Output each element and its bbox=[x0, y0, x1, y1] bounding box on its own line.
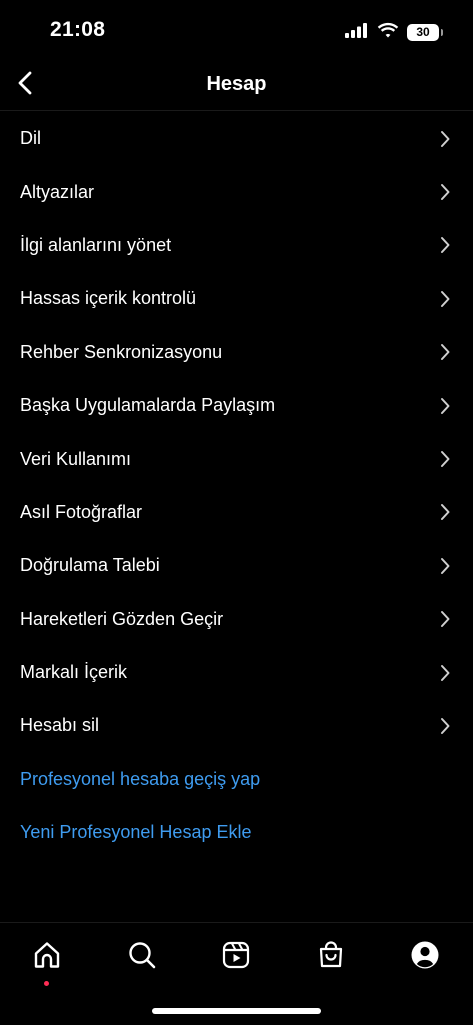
link-label: Yeni Profesyonel Hesap Ekle bbox=[20, 822, 252, 843]
nav-reels[interactable] bbox=[216, 937, 256, 977]
menu-item-label: Dil bbox=[20, 128, 41, 149]
menu-item-verification-request[interactable]: Doğrulama Talebi bbox=[0, 539, 473, 592]
shop-icon bbox=[316, 940, 346, 975]
chevron-right-icon bbox=[439, 557, 451, 575]
menu-item-data-usage[interactable]: Veri Kullanımı bbox=[0, 432, 473, 485]
menu-item-label: Hesabı sil bbox=[20, 715, 100, 736]
header: Hesap bbox=[0, 60, 473, 111]
chevron-right-icon bbox=[439, 503, 451, 521]
battery-level: 30 bbox=[416, 25, 430, 39]
menu-item-label: Rehber Senkronizasyonu bbox=[20, 341, 223, 362]
menu-item-label: Asıl Fotoğraflar bbox=[20, 501, 143, 522]
nav-profile[interactable] bbox=[405, 937, 445, 977]
menu-item-original-photos[interactable]: Asıl Fotoğraflar bbox=[0, 486, 473, 539]
menu-item-manage-interests[interactable]: İlgi alanlarını yönet bbox=[0, 219, 473, 272]
menu-item-sensitive-content[interactable]: Hassas içerik kontrolü bbox=[0, 272, 473, 325]
settings-menu: Dil Altyazılar İlgi alanlarını yönet Has… bbox=[0, 112, 473, 859]
status-bar: 21:08 30 bbox=[0, 0, 473, 60]
menu-item-label: Hareketleri Gözden Geçir bbox=[20, 608, 224, 629]
link-label: Profesyonel hesaba geçiş yap bbox=[20, 768, 261, 789]
menu-item-label: İlgi alanlarını yönet bbox=[20, 234, 172, 255]
chevron-right-icon bbox=[439, 717, 451, 735]
menu-item-sharing-other-apps[interactable]: Başka Uygulamalarda Paylaşım bbox=[0, 379, 473, 432]
chevron-right-icon bbox=[439, 450, 451, 468]
signal-icon bbox=[345, 22, 369, 43]
chevron-right-icon bbox=[439, 397, 451, 415]
chevron-right-icon bbox=[439, 130, 451, 148]
menu-item-label: Doğrulama Talebi bbox=[20, 555, 160, 576]
nav-search[interactable] bbox=[122, 937, 162, 977]
menu-item-delete-account[interactable]: Hesabı sil bbox=[0, 699, 473, 752]
nav-shop[interactable] bbox=[311, 937, 351, 977]
nav-home[interactable] bbox=[27, 937, 67, 986]
home-indicator bbox=[152, 1008, 321, 1014]
chevron-right-icon bbox=[439, 290, 451, 308]
chevron-right-icon bbox=[439, 236, 451, 254]
menu-item-review-activity[interactable]: Hareketleri Gözden Geçir bbox=[0, 593, 473, 646]
status-time: 21:08 bbox=[50, 18, 106, 41]
notification-dot bbox=[44, 981, 49, 986]
chevron-right-icon bbox=[439, 343, 451, 361]
status-icons: 30 bbox=[345, 22, 443, 43]
battery-icon: 30 bbox=[407, 23, 443, 41]
menu-item-contact-sync[interactable]: Rehber Senkronizasyonu bbox=[0, 326, 473, 379]
menu-item-label: Markalı İçerik bbox=[20, 662, 128, 683]
menu-item-label: Hassas içerik kontrolü bbox=[20, 288, 197, 309]
menu-item-language[interactable]: Dil bbox=[0, 112, 473, 165]
search-icon bbox=[127, 940, 157, 975]
switch-to-professional-link[interactable]: Profesyonel hesaba geçiş yap bbox=[0, 753, 473, 806]
home-icon bbox=[32, 940, 62, 975]
reels-icon bbox=[221, 940, 251, 975]
add-professional-account-link[interactable]: Yeni Profesyonel Hesap Ekle bbox=[0, 806, 473, 859]
wifi-icon bbox=[377, 22, 399, 43]
page-title: Hesap bbox=[206, 73, 267, 95]
profile-icon bbox=[410, 940, 440, 975]
menu-item-label: Veri Kullanımı bbox=[20, 448, 132, 469]
menu-item-label: Başka Uygulamalarda Paylaşım bbox=[20, 395, 276, 416]
menu-item-captions[interactable]: Altyazılar bbox=[0, 165, 473, 218]
chevron-right-icon bbox=[439, 610, 451, 628]
menu-item-label: Altyazılar bbox=[20, 181, 95, 202]
menu-item-branded-content[interactable]: Markalı İçerik bbox=[0, 646, 473, 699]
chevron-right-icon bbox=[439, 183, 451, 201]
chevron-right-icon bbox=[439, 664, 451, 682]
